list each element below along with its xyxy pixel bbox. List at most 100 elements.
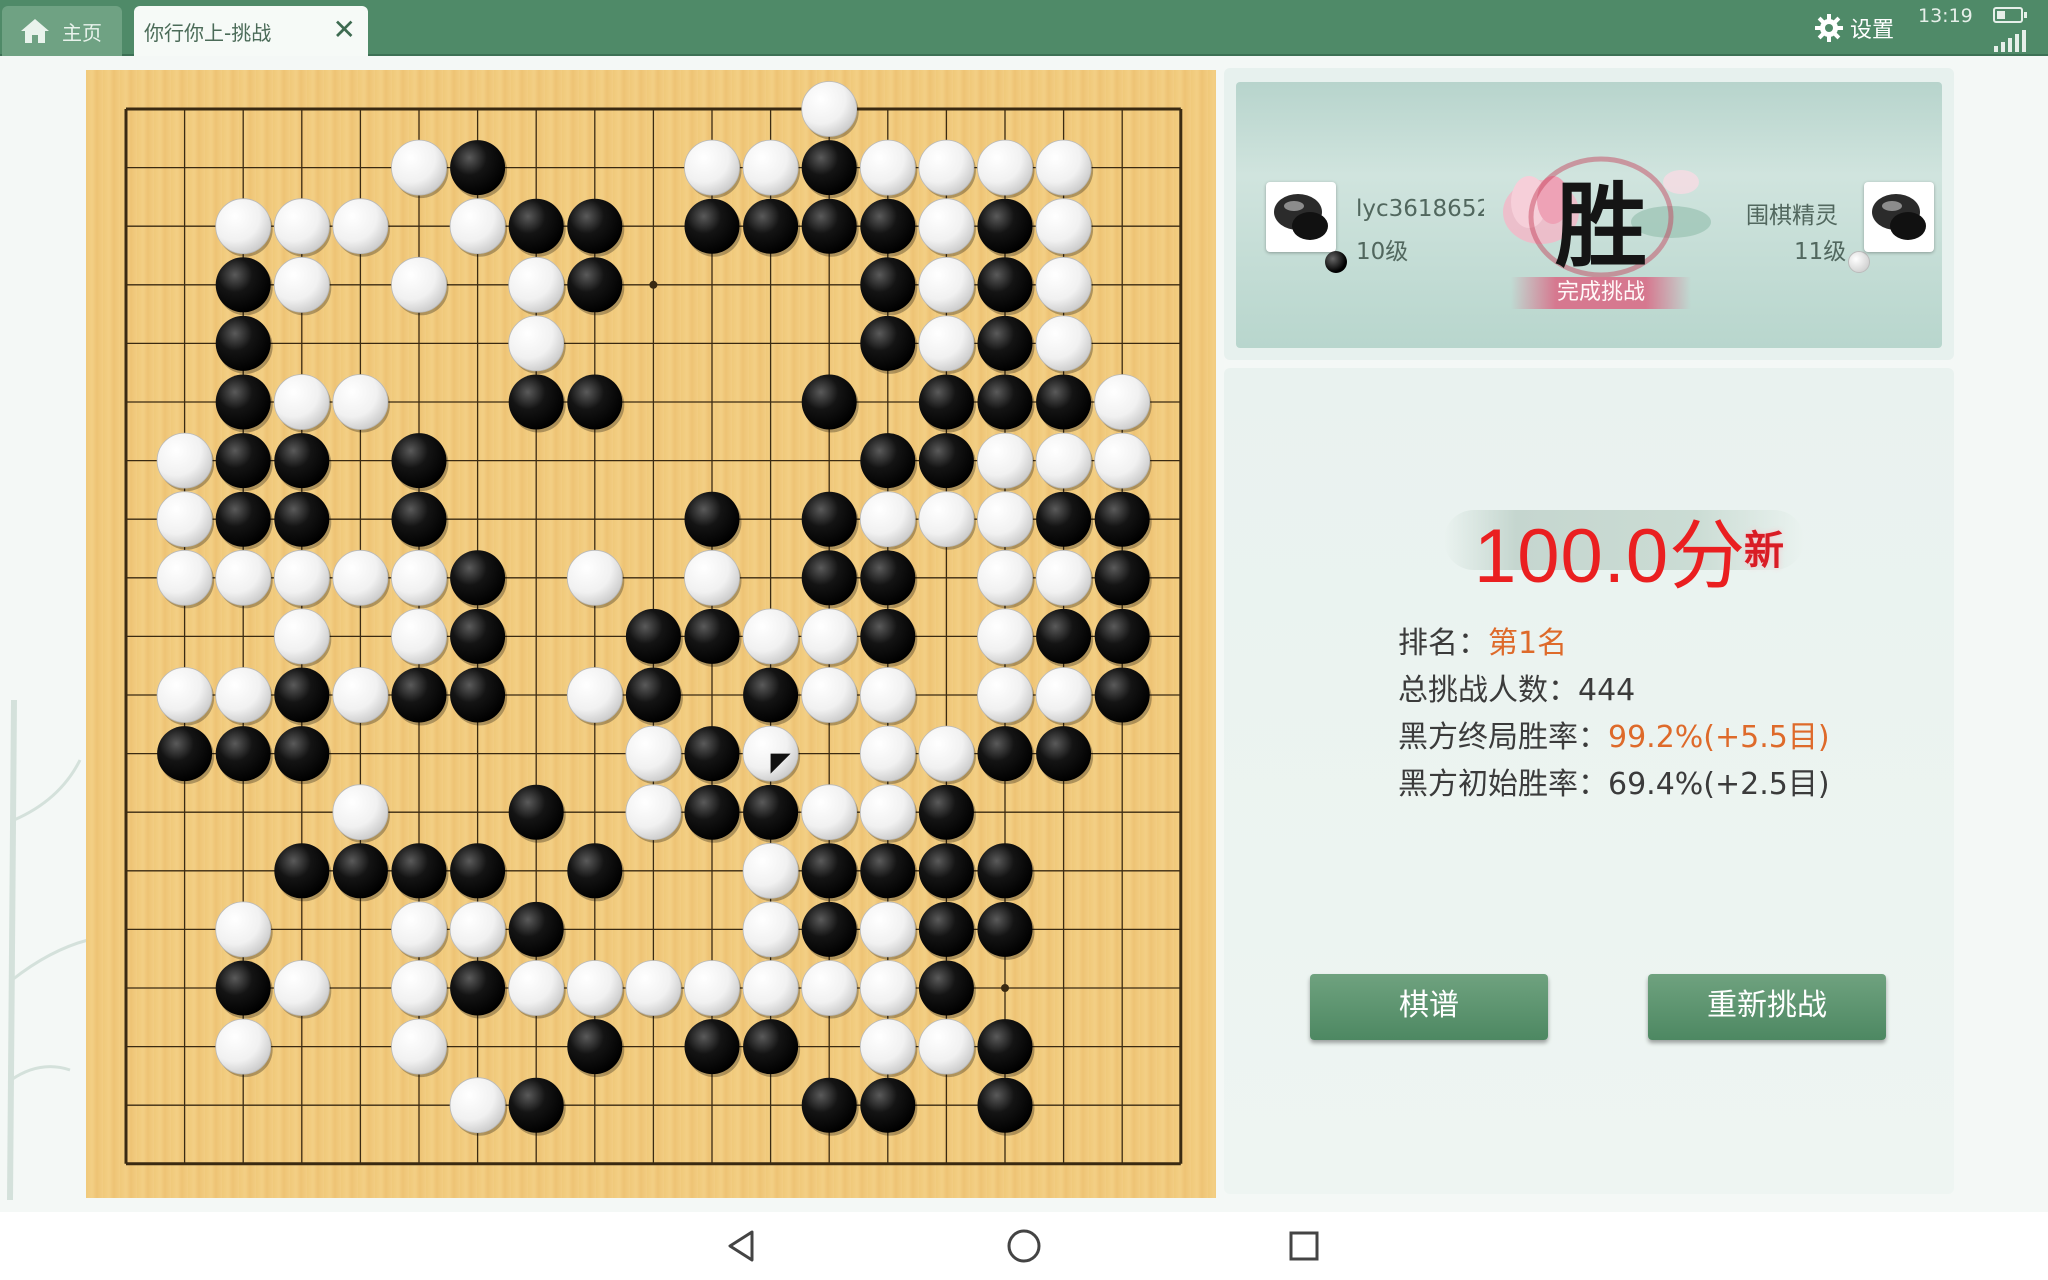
black-stone (450, 550, 506, 606)
total-value: 444 (1578, 673, 1636, 708)
recent-square-icon[interactable] (1284, 1226, 1324, 1266)
black-stone (391, 667, 447, 723)
black-stone (801, 198, 857, 254)
black-stone (625, 608, 681, 664)
white-stone (1035, 256, 1092, 313)
black-stone (215, 315, 271, 371)
white-stone (918, 491, 975, 548)
white-stone (859, 491, 916, 548)
black-stone (450, 608, 506, 664)
win-character: 胜 (1554, 172, 1647, 280)
black-stone (508, 901, 564, 957)
win-emblem: 胜 完成挑战 (1481, 122, 1721, 322)
total-challengers-row: 总挑战人数：444 (1398, 665, 1635, 709)
white-stone (1035, 549, 1092, 606)
go-board[interactable] (86, 70, 1216, 1198)
black-stone (567, 843, 623, 899)
rank-row: 排名：第1名 (1398, 618, 1567, 662)
white-stone (684, 139, 740, 196)
black-stone (860, 257, 916, 313)
system-nav-bar (0, 1212, 2048, 1280)
black-stone (274, 726, 330, 782)
white-stone (1035, 667, 1092, 723)
black-stone (977, 1077, 1033, 1133)
white-stone (859, 784, 916, 841)
retry-challenge-button[interactable]: 重新挑战 (1648, 974, 1886, 1040)
white-stone (273, 960, 330, 1016)
white-stone (742, 139, 799, 196)
white-stone (332, 198, 389, 255)
white-stone (156, 432, 213, 489)
black-stone (391, 433, 447, 489)
white-stone (215, 901, 272, 958)
result-card: lyc3618652 10级 胜 完成挑战 围棋精灵 11级 (1224, 68, 1954, 360)
white-stone (215, 549, 272, 606)
white-stone (391, 256, 447, 313)
game-record-button[interactable]: 棋谱 (1310, 974, 1548, 1040)
white-stone (508, 315, 565, 372)
black-stone (1094, 608, 1150, 664)
black-stone (918, 960, 974, 1016)
white-stone (156, 549, 213, 606)
white-stone (273, 549, 330, 606)
initial-winrate-value: 69.4%(+2.5目) (1608, 767, 1830, 802)
home-circle-icon[interactable] (1004, 1226, 1044, 1266)
black-stone (743, 1019, 799, 1075)
black-stone (977, 198, 1033, 254)
white-stone (273, 198, 330, 255)
white-stone (391, 1018, 447, 1075)
black-stone (625, 667, 681, 723)
back-triangle-icon[interactable] (722, 1226, 762, 1266)
stone-bowl-icon (1872, 194, 1926, 240)
white-stone (449, 198, 506, 255)
white-stone (977, 139, 1033, 196)
white-stone-indicator (1848, 251, 1870, 273)
board-grid[interactable] (86, 70, 1216, 1198)
white-stone (332, 667, 389, 723)
black-stone (508, 1077, 564, 1133)
white-stone (625, 784, 682, 841)
final-winrate-label: 黑方终局胜率： (1398, 720, 1608, 755)
white-stone (684, 549, 740, 606)
white-stone (273, 608, 330, 665)
player-black-level: 10级 (1356, 239, 1409, 265)
black-stone (918, 784, 974, 840)
black-stone (860, 550, 916, 606)
white-stone (742, 960, 799, 1016)
black-stone (332, 843, 388, 899)
player-white-level: 11级 (1794, 239, 1847, 265)
gear-icon (1815, 14, 1843, 42)
black-stone (860, 843, 916, 899)
black-stone (977, 1019, 1033, 1075)
white-stone (215, 667, 272, 723)
close-icon[interactable]: ✕ (333, 16, 356, 44)
player-black-avatar (1266, 182, 1336, 252)
new-record-badge: 新 (1744, 527, 1784, 574)
bamboo-decoration (7, 700, 89, 1200)
white-stone (918, 315, 975, 372)
white-stone (801, 608, 858, 665)
white-stone (1035, 139, 1092, 196)
white-stone (977, 432, 1033, 489)
black-stone (860, 608, 916, 664)
white-stone (859, 139, 916, 196)
black-stone (860, 315, 916, 371)
score-display: 100.0分 新 (1444, 488, 1864, 599)
white-stone (508, 256, 565, 313)
black-stone (215, 726, 271, 782)
tab-home[interactable]: 主页 (2, 6, 122, 56)
black-stone (508, 784, 564, 840)
signal-icon (1994, 30, 2026, 52)
black-stone (801, 1077, 857, 1133)
tab-home-label: 主页 (62, 20, 102, 45)
initial-winrate-row: 黑方初始胜率：69.4%(+2.5目) (1398, 759, 1830, 803)
black-stone (1036, 726, 1092, 782)
white-stone (508, 960, 565, 1016)
tab-challenge[interactable]: 你行你上-挑战 ✕ (134, 6, 368, 56)
settings-button[interactable]: 设置 (1814, 10, 1894, 46)
white-stone (918, 139, 975, 196)
black-stone (1094, 491, 1150, 547)
black-stone (567, 374, 623, 430)
white-stone (332, 374, 389, 430)
white-stone (918, 256, 975, 313)
